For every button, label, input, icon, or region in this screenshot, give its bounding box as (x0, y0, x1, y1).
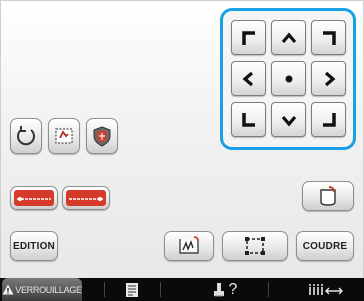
density-button[interactable] (86, 118, 118, 154)
coudre-label: COUDRE (302, 240, 348, 252)
separator (104, 282, 105, 297)
corner-up-right-icon (322, 30, 336, 45)
trial-button[interactable] (48, 118, 80, 154)
bottom-bar: VERROUILLAGE ? (0, 278, 364, 301)
move-up-right-button[interactable] (311, 20, 346, 55)
help-label: ? (228, 280, 238, 298)
machine-help-icon (213, 283, 224, 297)
corner-up-left-icon (241, 30, 255, 45)
move-right-button[interactable] (311, 61, 346, 96)
thread-end-icon (66, 190, 106, 206)
layout-frame-button[interactable] (222, 231, 288, 261)
center-button[interactable] (271, 61, 306, 96)
move-pad-panel (220, 8, 356, 150)
page-list-icon (126, 282, 138, 297)
trial-frame-icon (55, 128, 73, 144)
sew-stitch-icon (179, 236, 199, 254)
edition-button[interactable]: EDITION (10, 231, 58, 261)
embroider-pocket-icon (320, 186, 336, 206)
rotate-icon (17, 126, 35, 146)
thread-start-icon (14, 190, 54, 206)
thread-start-button[interactable] (10, 186, 58, 210)
arrow-left-icon (242, 71, 253, 86)
embroider-pocket-button[interactable] (302, 181, 354, 211)
warning-icon (2, 284, 14, 295)
thread-tension-icon (309, 283, 343, 295)
lock-label: VERROUILLAGE (15, 284, 82, 295)
layout-frame-icon (245, 237, 265, 255)
arrow-up-icon (281, 32, 296, 43)
move-up-left-button[interactable] (231, 20, 266, 55)
separator (160, 282, 161, 297)
separator (268, 282, 269, 297)
move-left-button[interactable] (231, 61, 266, 96)
rotate-button[interactable] (10, 118, 42, 154)
help-tab[interactable]: ? (196, 278, 252, 301)
thread-end-button[interactable] (62, 186, 110, 210)
thread-tension-tab[interactable] (300, 278, 352, 301)
center-dot-icon (285, 75, 292, 82)
coudre-button[interactable]: COUDRE (296, 231, 354, 261)
lock-tab[interactable]: VERROUILLAGE (2, 278, 82, 301)
edition-label: EDITION (13, 240, 55, 252)
move-down-button[interactable] (271, 102, 306, 137)
arrow-down-icon (281, 115, 296, 126)
move-down-right-button[interactable] (311, 102, 346, 137)
corner-down-left-icon (241, 112, 255, 127)
sew-stitch-button[interactable] (164, 231, 214, 261)
corner-down-right-icon (322, 112, 336, 127)
move-up-button[interactable] (271, 20, 306, 55)
page-list-tab[interactable] (112, 278, 152, 301)
move-down-left-button[interactable] (231, 102, 266, 137)
arrow-right-icon (324, 71, 335, 86)
density-shield-icon (93, 126, 111, 147)
